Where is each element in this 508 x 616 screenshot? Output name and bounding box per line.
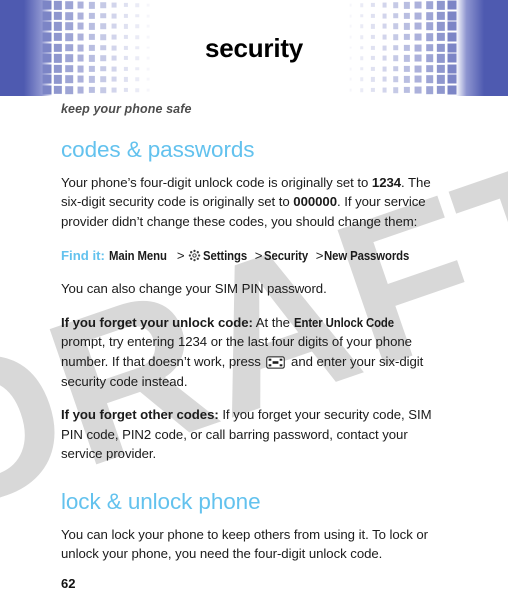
menu-step-security: Security [263,247,308,263]
text-run: At the [252,314,294,330]
page-subtitle: keep your phone safe [61,102,192,116]
menu-step-settings: Settings [202,247,247,263]
manual-page: DRAFT security keep your phone safe code… [0,0,508,616]
section-heading-lock-unlock-phone: lock & unlock phone [61,488,261,514]
section-heading-codes-passwords: codes & passwords [61,137,255,162]
center-key-icon [266,355,286,369]
paragraph-default-codes: Your phone’s four-digit unlock code is o… [61,173,441,232]
unlock-code-value: 1234 [371,174,402,190]
find-it-path: Find it: Main Menu > Settings >Security >Ne… [61,246,441,266]
settings-gear-icon [188,248,201,261]
page-header: security [0,0,508,96]
paragraph-forgot-other-codes: If you forget other codes: If you forget… [61,405,441,464]
forgot-other-codes-lead: If you forget other codes: [61,407,219,423]
menu-step-new-passwords: New Passwords [324,247,410,263]
page-title: security [204,32,304,63]
text-run: Your phone’s four-digit unlock code is o… [61,174,372,190]
find-it-label: Find it: [61,247,105,263]
page-content: keep your phone safe codes & passwords Y… [61,102,441,564]
path-separator: > [176,247,185,263]
paragraph-lock-unlock: You can lock your phone to keep others f… [61,526,428,562]
path-separator: > [254,247,263,263]
paragraph-forgot-unlock-code: If you forget your unlock code: At the E… [61,313,441,391]
paragraph-sim-pin: You can also change your SIM PIN passwor… [61,281,327,297]
forgot-unlock-code-lead: If you forget your unlock code: [61,314,253,330]
screen-label-enter-unlock-code: Enter Unlock Code [293,314,394,330]
path-separator: > [315,247,324,263]
page-number: 62 [61,576,76,591]
menu-step-main-menu: Main Menu [108,247,167,263]
security-code-value: 000000 [293,194,338,210]
